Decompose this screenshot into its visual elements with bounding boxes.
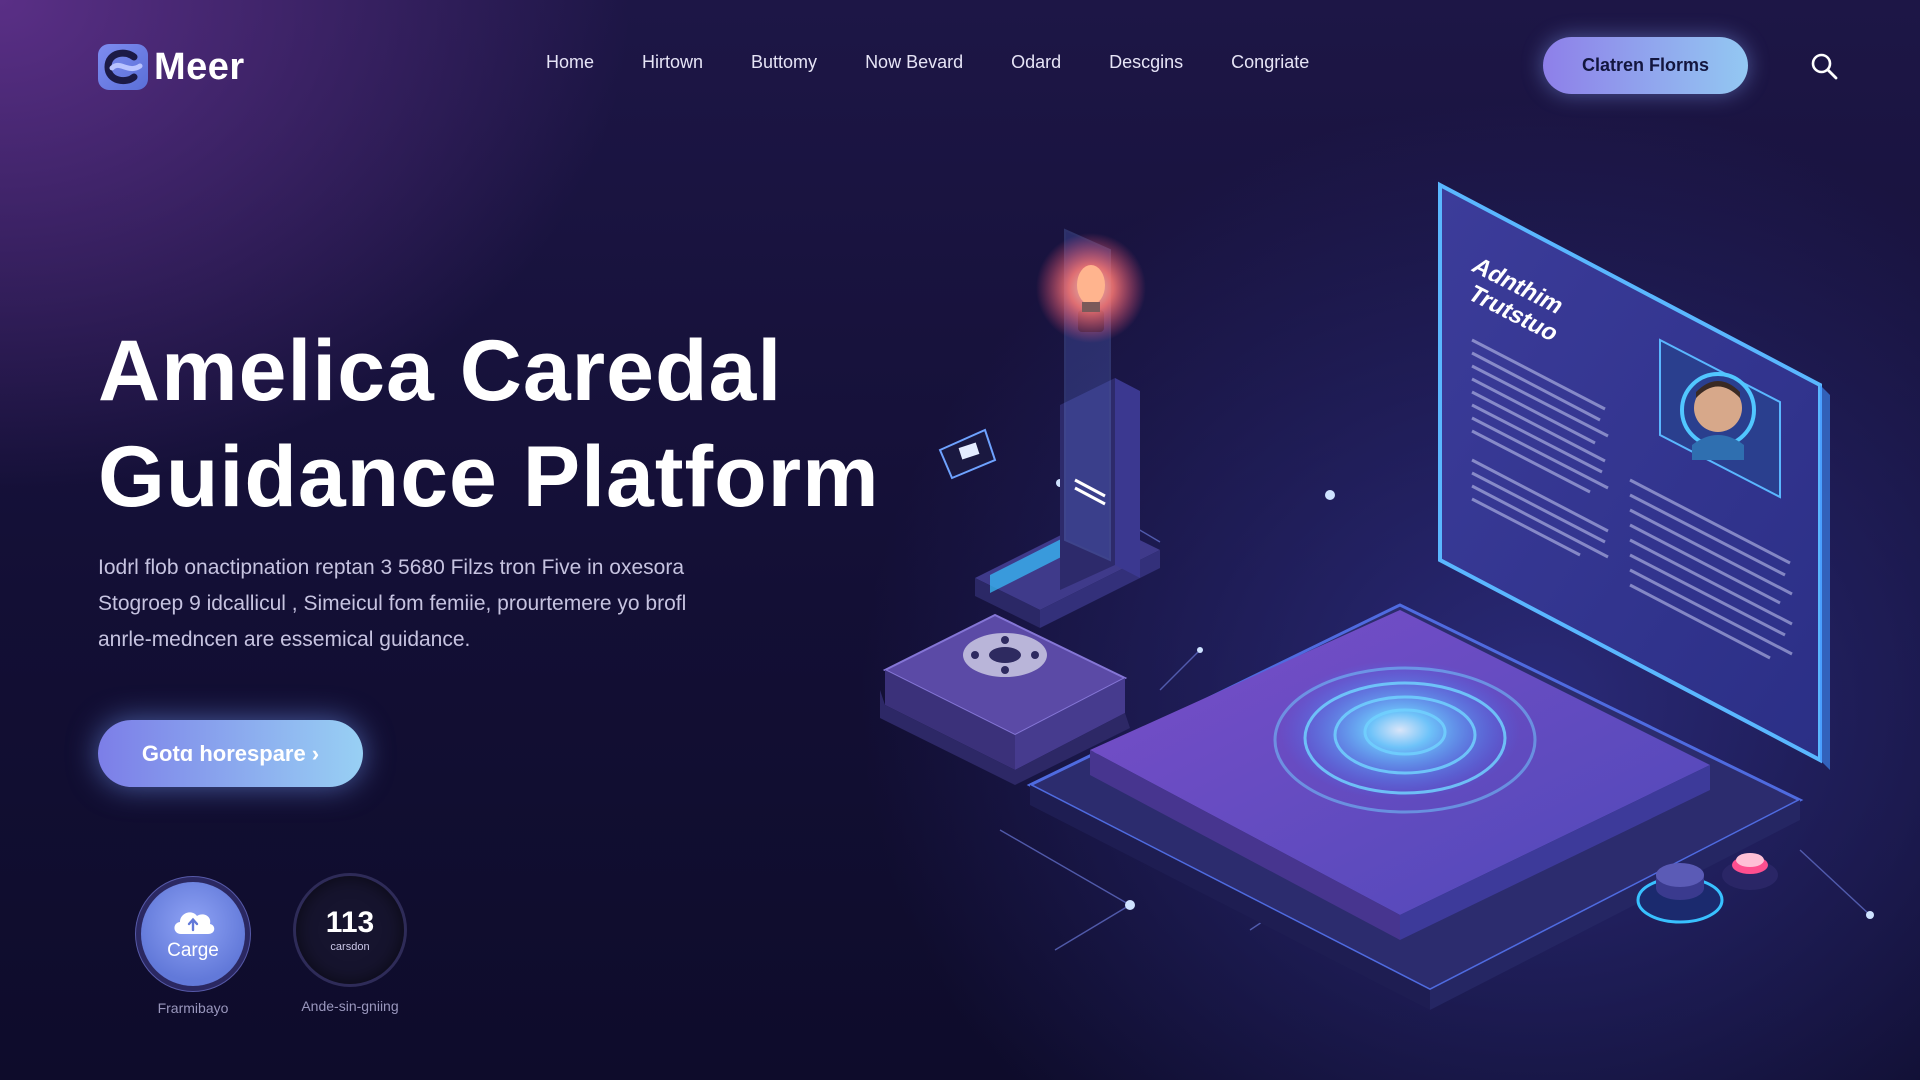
- chevron-right-icon: ›: [311, 740, 320, 766]
- cloud-upload-icon: [174, 912, 215, 934]
- hero-cta-button[interactable]: Gotɑ horespare ›: [98, 720, 363, 787]
- logo-mark-icon: [98, 44, 148, 90]
- badge-circle: Carge: [141, 882, 245, 986]
- hero-title-line-2: Guidance Platform: [98, 429, 880, 525]
- hero-desc-line-3: anrle-medncen are essemical guidance.: [98, 628, 471, 651]
- header-cta-button[interactable]: Clatren Florms: [1543, 37, 1748, 94]
- badge-value: 113: [325, 906, 375, 939]
- brand-name: Meer: [154, 45, 245, 88]
- badge-label: Frarmibayo: [157, 1000, 229, 1016]
- nav-item-4[interactable]: Now Bevard: [865, 52, 963, 73]
- brand-logo[interactable]: Meer: [98, 44, 245, 90]
- feature-badge-2[interactable]: 113 carsdon Ande-sin-gniing: [290, 876, 410, 1014]
- nav-menu: Home Hirtown Buttomy Now Bevard Odard De…: [546, 52, 1357, 73]
- nav-item-2[interactable]: Hirtown: [642, 52, 703, 73]
- hero-desc-line-2: Stogroep 9 idcallicul , Simeicul fom fem…: [98, 592, 687, 615]
- badge-label: Ande-sin-gniing: [301, 998, 399, 1014]
- badge-circle: 113 carsdon: [296, 876, 404, 984]
- nav-item-3[interactable]: Buttomy: [751, 52, 817, 73]
- hero-title: Amelica Caredal Guidance Platform: [98, 318, 880, 530]
- hero-desc-line-1: Iodrl flob onactipnation reptan 3 5680 F…: [98, 556, 685, 579]
- nav-item-6[interactable]: Descgins: [1109, 52, 1183, 73]
- badge-value: Carge: [167, 940, 219, 961]
- hero-description: Iodrl flob onactipnation reptan 3 5680 F…: [98, 550, 778, 658]
- badge-sub-label: carsdon: [330, 941, 370, 953]
- nav-item-7[interactable]: Congriate: [1231, 52, 1309, 73]
- top-navigation: Meer Home Hirtown Buttomy Now Bevard Oda…: [0, 0, 1920, 130]
- feature-badge-1[interactable]: Carge Frarmibayo: [138, 882, 248, 1016]
- nav-item-5[interactable]: Odard: [1011, 52, 1061, 73]
- hero-cta-label: Gotɑ horespare: [141, 740, 306, 766]
- isometric-illustration: Adnthim Trutstuo: [880, 181, 1874, 1010]
- hero-title-line-1: Amelica Caredal: [98, 323, 783, 419]
- search-icon[interactable]: [1810, 52, 1838, 80]
- nav-item-home[interactable]: Home: [546, 52, 594, 73]
